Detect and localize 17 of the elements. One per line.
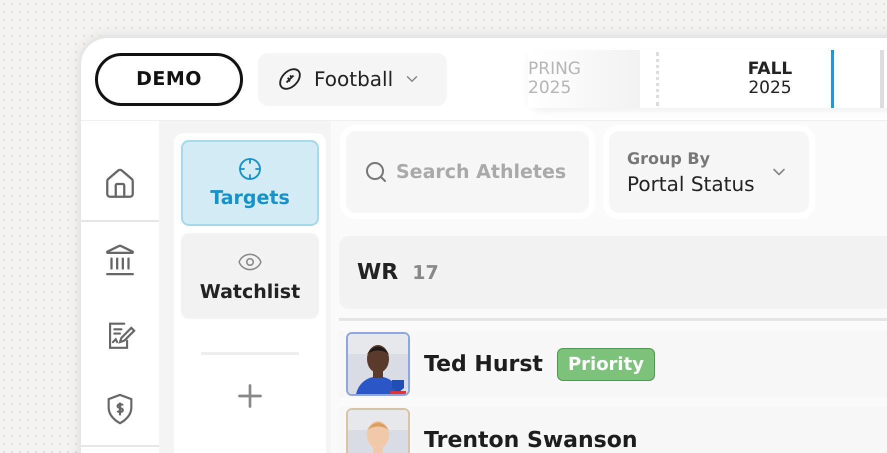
- demo-button[interactable]: DEMO: [95, 52, 243, 106]
- group-count: 17: [412, 262, 439, 284]
- list-tab[interactable]: Watchlist: [181, 233, 319, 319]
- bank-icon: [103, 242, 137, 276]
- sport-dropdown[interactable]: Football: [258, 52, 447, 106]
- athlete-name: Trenton Swanson: [424, 428, 638, 452]
- group-by-dropdown[interactable]: Group By Portal Status: [609, 131, 809, 213]
- athlete-name: Ted Hurst: [424, 352, 543, 376]
- home-icon: [103, 166, 137, 200]
- status-tag: Priority: [556, 348, 655, 380]
- season-tab[interactable]: FALL 2025: [715, 50, 825, 108]
- football-icon: [276, 65, 304, 93]
- group-header[interactable]: WR 17: [339, 236, 887, 309]
- group-title: WR: [357, 260, 398, 285]
- search-icon: [364, 160, 388, 184]
- search-field[interactable]: Search Athletes: [346, 131, 589, 213]
- target-icon: [238, 157, 262, 181]
